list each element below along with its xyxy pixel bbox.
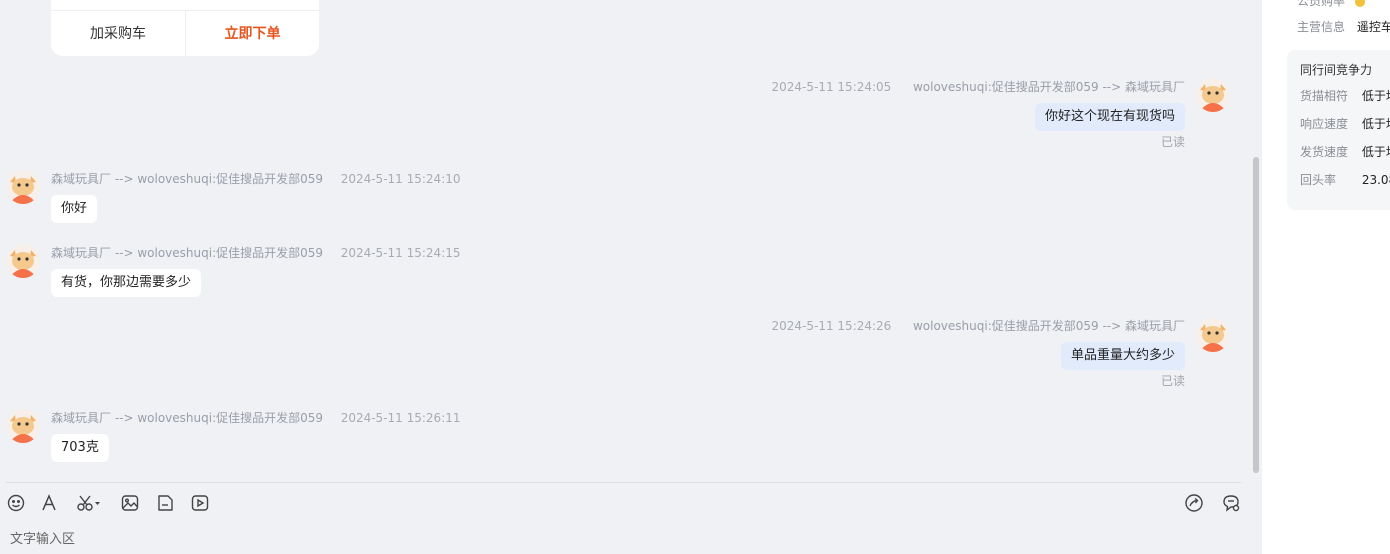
add-to-cart-button[interactable]: 加采购车 [51,11,186,56]
message-bubble[interactable]: 有货，你那边需要多少 [51,269,202,297]
message-meta: 2024-5-11 15:24:05 woloveshuqi:促佳搜品开发部05… [772,78,1186,95]
partial-info-row: 公员购率 [1297,0,1365,9]
avatar[interactable] [1196,318,1230,352]
cow-avatar-icon [6,170,40,204]
partial-info-label: 公员购率 [1297,0,1346,8]
message-meta: 森域玩具厂 --> woloveshuqi:促佳搜品开发部059 2024-5-… [51,244,461,261]
metric-value: 23.08 [1361,173,1390,187]
cow-avatar-icon [1196,78,1230,112]
scrollbar-thumb[interactable] [1253,157,1259,473]
message-time: 2024-5-11 15:24:10 [340,172,461,186]
chat-settings-icon[interactable] [1221,493,1241,513]
message-bubble[interactable]: 你好 [51,195,98,223]
font-icon[interactable] [40,493,60,513]
cow-avatar-icon [1196,318,1230,352]
emoji-icon[interactable] [6,493,26,513]
metric-label: 回头率 [1300,173,1337,187]
badge-icon [1354,0,1365,7]
metric-row: 货描相符 低于均 [1300,87,1390,104]
message-input[interactable]: 文字输入区 [10,528,75,547]
place-order-button[interactable]: 立即下单 [186,11,319,56]
file-icon[interactable] [155,493,175,513]
cow-avatar-icon [6,244,40,278]
cow-avatar-icon [6,409,40,443]
message-time: 2024-5-11 15:26:11 [340,411,461,425]
share-icon[interactable] [1184,493,1204,513]
image-icon[interactable] [120,493,140,513]
message-bubble[interactable]: 单品重量大约多少 [1060,342,1185,370]
message-route: woloveshuqi:促佳搜品开发部059 --> 森域玩具厂 [912,319,1185,333]
message-bubble[interactable]: 你好这个现在有现货吗 [1034,103,1185,131]
metric-row: 回头率 23.08 [1300,171,1390,188]
avatar[interactable] [6,244,40,278]
chat-panel: 加采购车 立即下单 2024-5-11 15:24:05 woloveshuqi… [0,0,1262,554]
message-bubble[interactable]: 703克 [51,434,109,462]
message-route: 森域玩具厂 --> woloveshuqi:促佳搜品开发部059 [51,411,324,425]
message-time: 2024-5-11 15:24:26 [771,319,892,333]
metric-value: 低于均 [1361,145,1390,159]
business-label: 主营信息 [1297,20,1346,34]
business-value: 遥控车 [1356,20,1390,34]
business-info-row: 主营信息 遥控车 [1297,18,1390,35]
message-route: 森域玩具厂 --> woloveshuqi:促佳搜品开发部059 [51,246,324,260]
metric-row: 发货速度 低于均 [1300,143,1390,160]
message-meta: 森域玩具厂 --> woloveshuqi:促佳搜品开发部059 2024-5-… [51,170,461,187]
video-icon[interactable] [190,493,210,513]
scissors-icon[interactable] [76,493,104,513]
message-route: woloveshuqi:促佳搜品开发部059 --> 森域玩具厂 [912,80,1185,94]
product-card: 加采购车 立即下单 [51,0,319,56]
metric-row: 响应速度 低于均 [1300,115,1390,132]
metric-label: 响应速度 [1300,117,1349,131]
metric-label: 货描相符 [1300,89,1349,103]
read-status: 已读 [1160,374,1185,388]
metric-label: 发货速度 [1300,145,1349,159]
avatar[interactable] [6,409,40,443]
competitiveness-box: 同行间竞争力 货描相符 低于均 响应速度 低于均 发货速度 低于均 回头率 23… [1287,50,1390,210]
message-meta: 森域玩具厂 --> woloveshuqi:促佳搜品开发部059 2024-5-… [51,409,461,426]
avatar[interactable] [1196,78,1230,112]
metric-value: 低于均 [1361,89,1390,103]
message-time: 2024-5-11 15:24:15 [340,246,461,260]
avatar[interactable] [6,170,40,204]
message-meta: 2024-5-11 15:24:26 woloveshuqi:促佳搜品开发部05… [772,317,1186,334]
competitiveness-title: 同行间竞争力 [1300,63,1373,77]
message-time: 2024-5-11 15:24:05 [771,80,892,94]
message-route: 森域玩具厂 --> woloveshuqi:促佳搜品开发部059 [51,172,324,186]
read-status: 已读 [1160,135,1185,149]
metric-value: 低于均 [1361,117,1390,131]
toolbar-divider [6,482,1241,483]
